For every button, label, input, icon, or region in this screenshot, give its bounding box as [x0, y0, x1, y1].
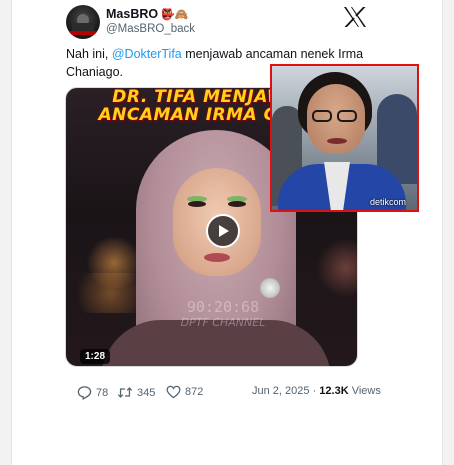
watermark-line2: DPTF CHANNEL — [180, 316, 266, 329]
brooch — [260, 278, 280, 298]
play-button[interactable] — [206, 214, 240, 248]
video-watermark: 90:20:68 DPTF CHANNEL — [168, 300, 278, 330]
detikcom-logo: detikcom — [370, 197, 407, 207]
play-icon — [219, 225, 229, 237]
reply-count: 78 — [96, 386, 109, 399]
views-label: Views — [351, 385, 381, 397]
x-logo-icon[interactable] — [343, 6, 367, 28]
like-count: 872 — [185, 386, 204, 398]
author-name-text[interactable]: MasBRO — [106, 7, 158, 21]
reply-button[interactable]: 78 — [77, 385, 108, 400]
retweet-count: 345 — [137, 386, 156, 399]
tweet-text-before: Nah ini, — [66, 47, 112, 61]
video-duration: 1:28 — [80, 349, 111, 364]
tweet-date[interactable]: Jun 2, 2025 — [252, 385, 310, 397]
retweet-button[interactable]: 345 — [117, 385, 155, 400]
author-avatar[interactable] — [66, 5, 100, 39]
heart-icon — [166, 385, 181, 399]
reply-icon — [77, 386, 92, 400]
inset-photo: detikcom — [270, 64, 419, 212]
author-name[interactable]: MasBRO 👺🙈 — [106, 7, 189, 21]
retweet-icon — [117, 387, 133, 398]
watermark-line1: 90:20:68 — [186, 298, 260, 316]
like-button[interactable]: 872 — [166, 385, 203, 399]
author-emojis: 👺🙈 — [161, 7, 189, 21]
author-handle[interactable]: @MasBRO_back — [106, 23, 195, 35]
tweet-actions: 78 345 872 Jun 2, 2025 · 12.3K Views — [0, 385, 454, 403]
views-count: 12.3K — [319, 385, 349, 397]
tweet-meta: Jun 2, 2025 · 12.3K Views — [252, 385, 381, 397]
mention-link[interactable]: @DokterTifa — [112, 47, 182, 61]
meta-separator: · — [312, 385, 317, 397]
